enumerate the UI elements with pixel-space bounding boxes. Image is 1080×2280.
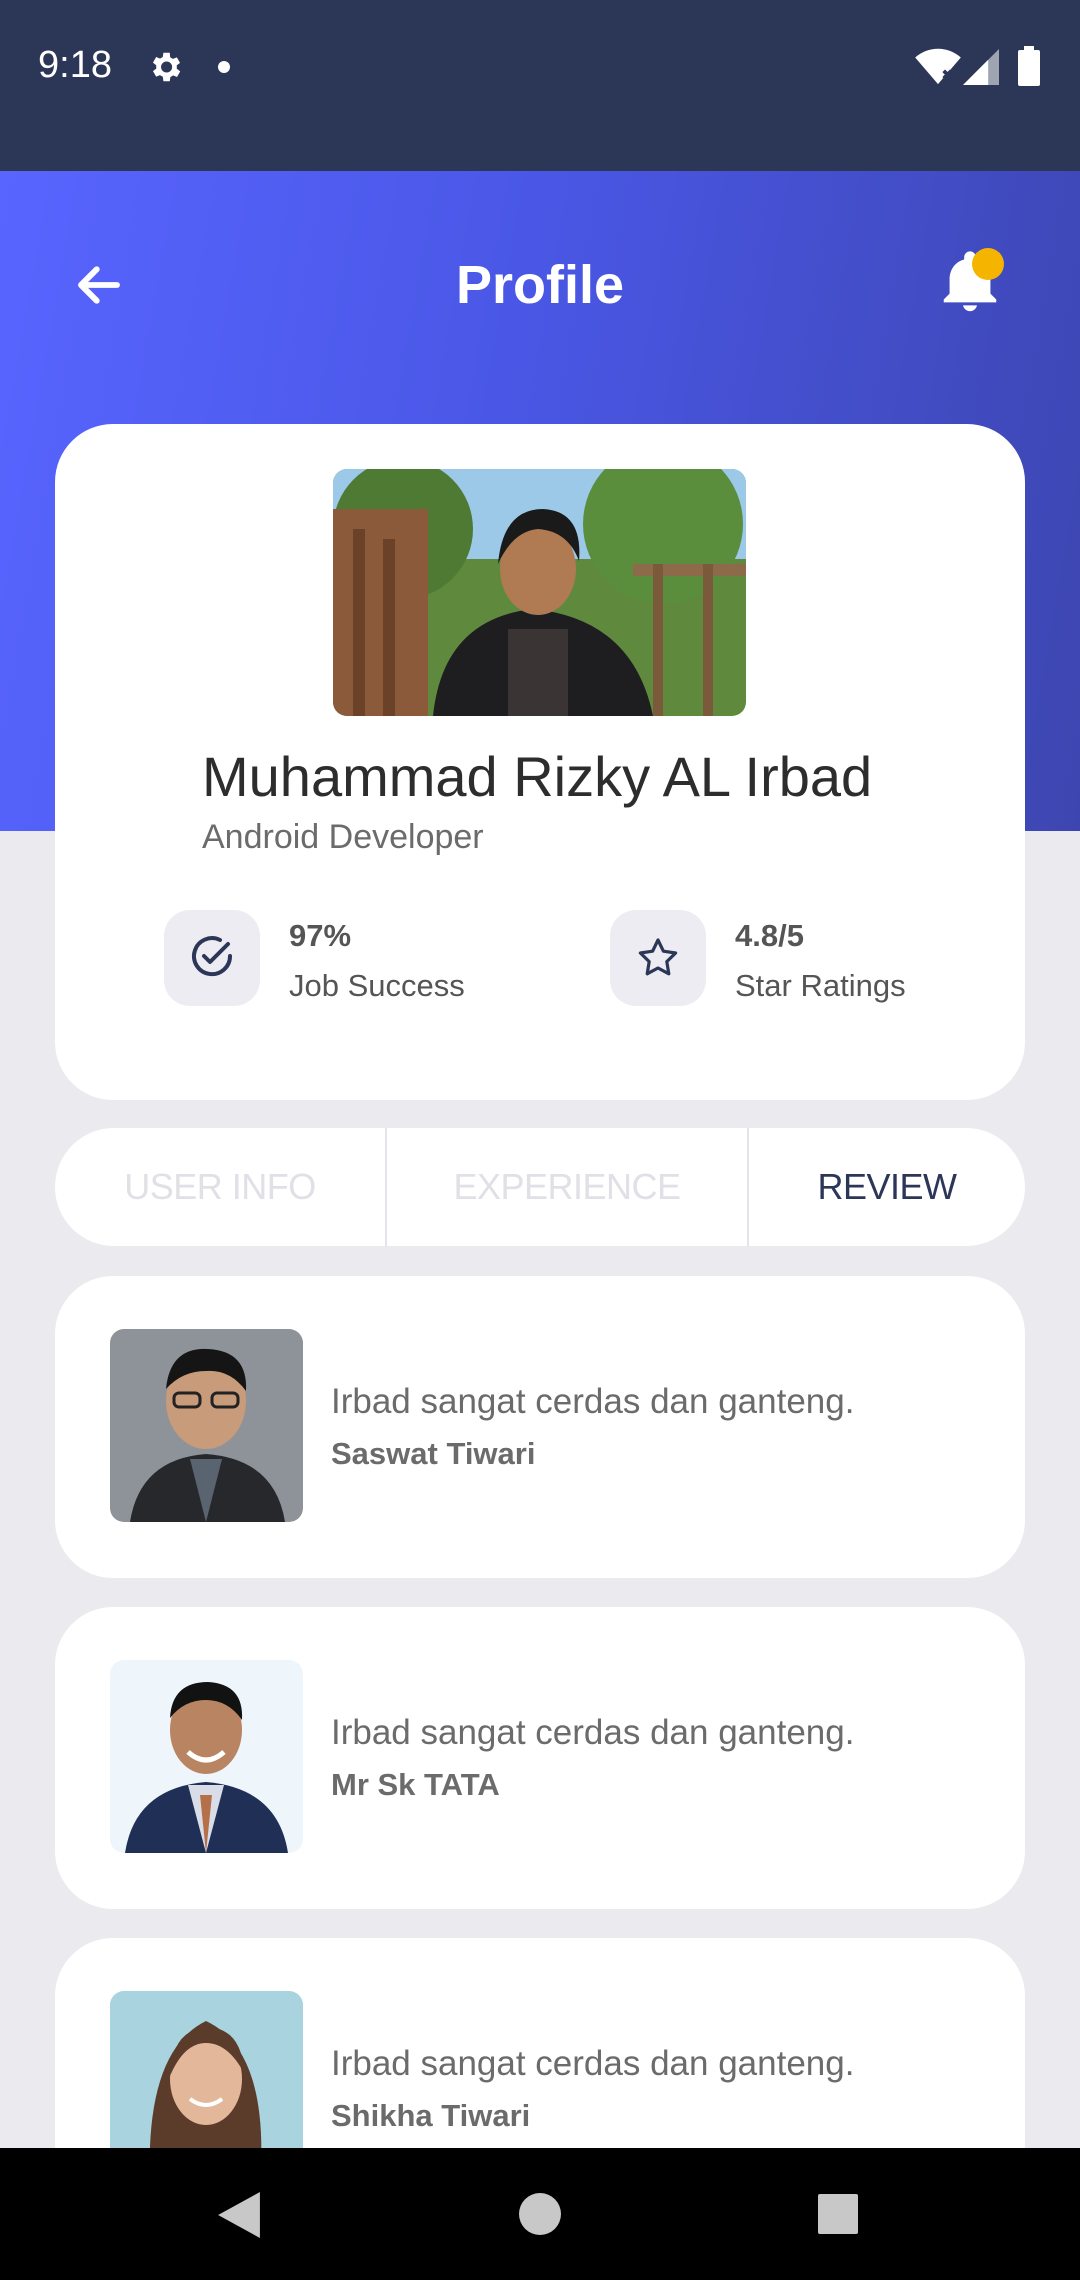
review-author: Mr Sk TATA <box>331 1767 500 1802</box>
system-nav-bar <box>0 2148 1080 2280</box>
page-title: Profile <box>455 255 625 315</box>
back-triangle-icon[interactable] <box>218 2192 260 2238</box>
wifi-icon <box>915 48 961 85</box>
gear-icon <box>152 52 181 82</box>
review-card[interactable]: Irbad sangat cerdas dan ganteng. Mr Sk T… <box>55 1607 1025 1909</box>
star-ratings-value: 4.8/5 <box>735 918 804 953</box>
review-text: Irbad sangat cerdas dan ganteng. <box>331 1382 855 1421</box>
review-text: Irbad sangat cerdas dan ganteng. <box>331 2044 855 2083</box>
battery-icon <box>1018 46 1040 86</box>
reviewer-avatar <box>110 1660 303 1853</box>
star-ratings-label: Star Ratings <box>735 968 906 1003</box>
status-bar: 9:18 <box>0 0 1080 171</box>
review-author: Shikha Tiwari <box>331 2098 531 2133</box>
notification-badge <box>972 248 1004 280</box>
recents-square-icon[interactable] <box>818 2194 858 2234</box>
job-success-label: Job Success <box>289 968 465 1003</box>
profile-name: Muhammad Rizky AL Irbad <box>202 745 873 808</box>
star-icon <box>638 938 678 976</box>
profile-role: Android Developer <box>202 818 484 856</box>
status-time: 9:18 <box>38 44 112 86</box>
signal-icon <box>963 49 999 85</box>
review-text: Irbad sangat cerdas dan ganteng. <box>331 1713 855 1752</box>
job-success-icon-box <box>164 910 260 1006</box>
notification-dot-icon <box>218 61 230 73</box>
profile-photo <box>333 469 746 716</box>
reviewer-avatar <box>110 1329 303 1522</box>
check-circle-icon <box>192 936 233 977</box>
home-circle-icon[interactable] <box>519 2193 561 2235</box>
review-card[interactable]: Irbad sangat cerdas dan ganteng. Saswat … <box>55 1276 1025 1578</box>
tab-experience[interactable]: EXPERIENCE <box>387 1128 747 1246</box>
job-success-value: 97% <box>289 918 352 953</box>
review-author: Saswat Tiwari <box>331 1436 536 1471</box>
star-ratings-icon-box <box>610 910 706 1006</box>
tab-review[interactable]: REVIEW <box>749 1128 1025 1246</box>
tab-user-info[interactable]: USER INFO <box>55 1128 385 1246</box>
